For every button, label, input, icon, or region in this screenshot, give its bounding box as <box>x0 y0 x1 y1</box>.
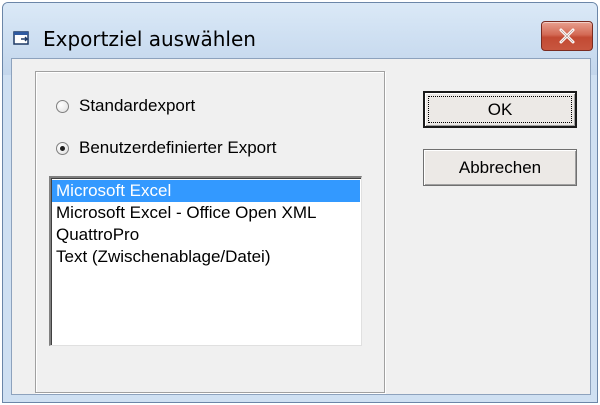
radio-button-unchecked[interactable] <box>56 99 69 113</box>
dialog-client-area: Standardexport Benutzerdefinierter Expor… <box>11 58 591 395</box>
close-icon <box>559 28 575 44</box>
radio-label-standardexport: Standardexport <box>79 96 196 115</box>
list-item-text[interactable]: Text (Zwischenablage/Datei) <box>52 246 360 268</box>
close-button[interactable] <box>541 21 593 51</box>
ok-button-label: OK <box>487 100 513 119</box>
cancel-button-label: Abbrechen <box>458 158 542 177</box>
radio-label-custom-export: Benutzerdefinierter Export <box>79 138 277 157</box>
export-format-listbox[interactable]: Microsoft Excel Microsoft Excel - Office… <box>49 176 362 346</box>
app-window-icon <box>13 31 29 45</box>
ok-button[interactable]: OK <box>423 91 577 128</box>
dialog-title: Exportziel auswählen <box>43 27 256 51</box>
radio-standardexport[interactable]: Standardexport <box>56 95 195 117</box>
list-item-excel-openxml[interactable]: Microsoft Excel - Office Open XML <box>52 202 360 224</box>
cancel-button[interactable]: Abbrechen <box>423 149 577 186</box>
list-item-quattropro[interactable]: QuattroPro <box>52 224 360 246</box>
list-item-excel[interactable]: Microsoft Excel <box>52 180 360 202</box>
radio-button-checked[interactable] <box>56 141 69 155</box>
export-options-group: Standardexport Benutzerdefinierter Expor… <box>35 71 385 393</box>
radio-custom-export[interactable]: Benutzerdefinierter Export <box>56 137 277 159</box>
dialog-window: Exportziel auswählen Standardexport Benu… <box>2 2 598 403</box>
